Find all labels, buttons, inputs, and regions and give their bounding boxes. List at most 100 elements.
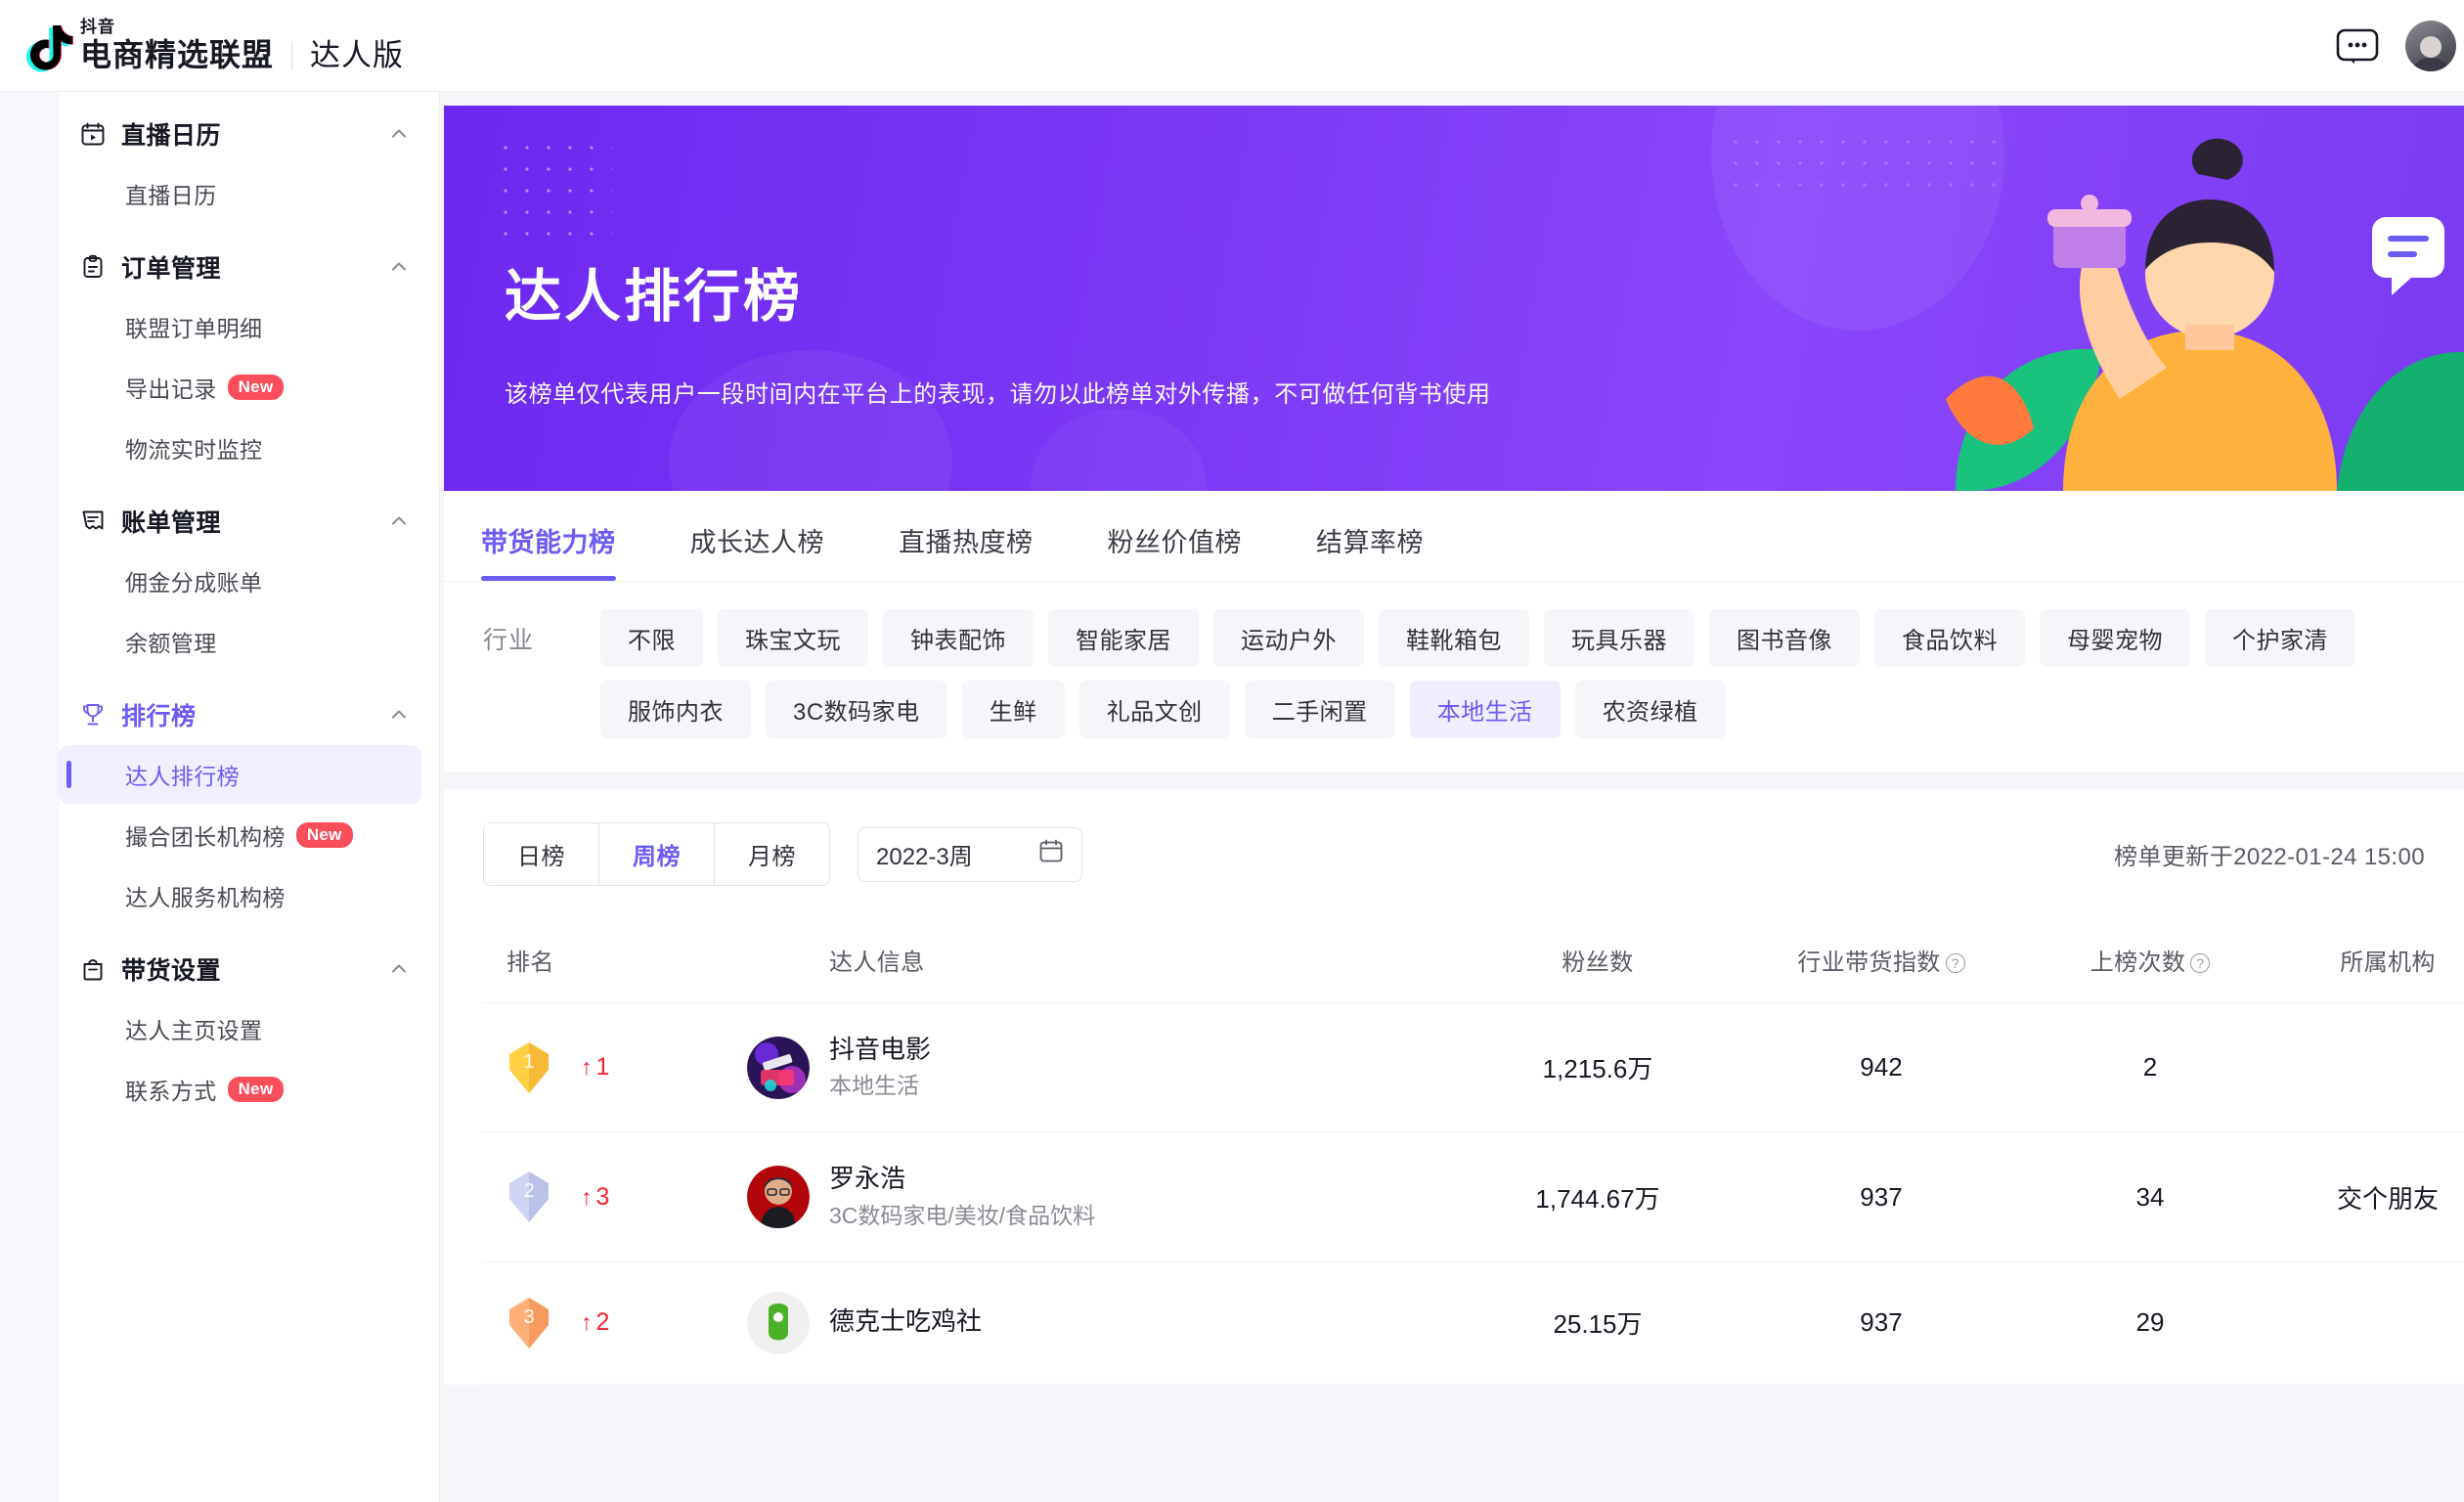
industry-chip-2[interactable]: 珠宝文玩 [718, 609, 868, 667]
sidebar-item-2-2[interactable]: 导出记录 New [59, 358, 421, 417]
table-row[interactable]: 3 ↑ 2 德克士吃鸡社 25.15万 937 29 [483, 1261, 2464, 1385]
cell-org [2272, 1261, 2464, 1385]
industry-chip-8[interactable]: 图书音像 [1709, 609, 1860, 667]
industry-chip-11[interactable]: 个护家清 [2205, 609, 2355, 667]
industry-chip-1[interactable]: 不限 [600, 609, 703, 667]
cell-times: 29 [2028, 1261, 2272, 1385]
cell-times: 34 [2028, 1131, 2272, 1262]
chevron-up-icon[interactable] [388, 123, 410, 145]
chevron-up-icon[interactable] [388, 256, 410, 278]
cell-org: 交个朋友 [2272, 1131, 2464, 1262]
trophy-icon [80, 702, 106, 728]
industry-chip-3[interactable]: 钟表配饰 [883, 609, 1034, 667]
creator-name[interactable]: 罗永浩 [829, 1162, 1095, 1196]
sidebar-item-4-1[interactable]: 达人排行榜 [59, 745, 421, 804]
rank-delta-value: 1 [595, 1053, 610, 1082]
sidebar-item-5-1[interactable]: 达人主页设置 [59, 999, 421, 1058]
sidebar-group-4[interactable]: 排行榜 [59, 686, 439, 743]
period-segmented-control: 日榜 周榜 月榜 [483, 822, 830, 886]
period-option-2[interactable]: 周榜 [599, 823, 715, 885]
sidebar-nav: 直播日历 直播日历订单管理联盟订单明细导出记录 New 物流实时监控 账单管理 佣金分成账… [59, 92, 439, 1134]
industry-chip-13[interactable]: 3C数码家电 [766, 681, 947, 738]
user-avatar[interactable] [2405, 20, 2456, 71]
sidebar-group-label: 订单管理 [121, 255, 222, 283]
cell-org [2272, 1002, 2464, 1133]
table-row[interactable]: 1 ↑ 1 抖音电影 本地生活 1,215.6万 942 2 [483, 1002, 2464, 1133]
brand-logo[interactable]: 抖音 电商精选联盟 达人版 [20, 19, 404, 73]
chevron-up-icon[interactable] [388, 704, 410, 726]
rank-medal-icon: 2 [506, 1170, 551, 1224]
industry-chip-15[interactable]: 礼品文创 [1078, 681, 1230, 738]
sidebar-item-label: 联盟订单明细 [125, 316, 263, 341]
industry-chip-7[interactable]: 玩具乐器 [1544, 609, 1694, 667]
sidebar-item-4-3[interactable]: 达人服务机构榜 [59, 866, 421, 925]
help-icon[interactable]: ? [2190, 953, 2211, 973]
sidebar: 直播日历 直播日历订单管理联盟订单明细导出记录 New 物流实时监控 账单管理 佣金分成账… [0, 92, 440, 1502]
tab-2[interactable]: 成长达人榜 [690, 521, 825, 581]
sidebar-item-label: 达人服务机构榜 [125, 885, 286, 910]
banner-subtitle: 该榜单仅代表用户一段时间内在平台上的表现，请勿以此榜单对外传播，不可做任何背书使… [505, 381, 1491, 408]
chevron-up-icon[interactable] [388, 958, 410, 980]
svg-text:3: 3 [523, 1306, 534, 1328]
sidebar-item-4-2[interactable]: 撮合团长机构榜 New [59, 806, 421, 864]
table-col-label: 达人信息 [829, 950, 925, 976]
creator-name[interactable]: 德克士吃鸡社 [829, 1304, 982, 1339]
tab-3[interactable]: 直播热度榜 [899, 521, 1034, 581]
tab-1[interactable]: 带货能力榜 [481, 521, 616, 581]
cell-index: 937 [1735, 1261, 2028, 1385]
sidebar-item-2-1[interactable]: 联盟订单明细 [59, 297, 421, 356]
table-col-fans: 粉丝数 [1461, 921, 1735, 1003]
week-picker[interactable]: 2022-3周 [858, 826, 1082, 882]
table-body: 1 ↑ 1 抖音电影 本地生活 1,215.6万 942 2 2 ↑ 3 罗永浩 3C数码家电/美妆/食… [483, 1002, 2464, 1385]
creator-avatar [747, 1036, 810, 1099]
new-badge: New [227, 1076, 285, 1103]
top-bar-actions [2335, 20, 2464, 71]
creator-name[interactable]: 抖音电影 [829, 1033, 931, 1067]
industry-chip-10[interactable]: 母婴宠物 [2040, 609, 2190, 667]
industry-chip-6[interactable]: 鞋靴箱包 [1379, 609, 1529, 667]
industry-chip-16[interactable]: 二手闲置 [1244, 681, 1395, 738]
sidebar-item-5-2[interactable]: 联系方式 New [59, 1060, 421, 1119]
rank-delta: ↑ 2 [581, 1308, 609, 1337]
help-icon[interactable]: ? [1945, 953, 1965, 973]
sidebar-group-1[interactable]: 直播日历 [59, 106, 439, 162]
industry-chip-14[interactable]: 生鲜 [961, 681, 1065, 738]
sidebar-group-5[interactable]: 带货设置 [59, 941, 439, 997]
new-badge: New [295, 821, 353, 849]
ranking-controls: 日榜 周榜 月榜 2022-3周 榜单更新于2022-01-24 15:00 [483, 822, 2425, 886]
rank-delta-value: 2 [595, 1308, 610, 1337]
tab-4[interactable]: 粉丝价值榜 [1108, 521, 1243, 581]
industry-chip-18[interactable]: 农资绿植 [1574, 681, 1726, 738]
industry-chip-17[interactable]: 本地生活 [1409, 681, 1561, 738]
creator-categories: 本地生活 [829, 1073, 919, 1099]
table-col-label: 行业带货指数 [1797, 950, 1941, 976]
tab-5[interactable]: 结算率榜 [1316, 521, 1424, 581]
period-option-1[interactable]: 日榜 [484, 823, 599, 885]
ranking-list-card: 日榜 周榜 月榜 2022-3周 榜单更新于2022-01-24 15:00 排… [444, 789, 2464, 1385]
sidebar-item-3-1[interactable]: 佣金分成账单 [59, 552, 421, 610]
period-option-3[interactable]: 月榜 [715, 823, 829, 885]
chat-bubble-icon[interactable] [2335, 26, 2380, 66]
sidebar-item-label: 撮合团长机构榜 [125, 824, 286, 850]
sidebar-item-1-1[interactable]: 直播日历 [59, 164, 421, 223]
main-content: 达人排行榜 该榜单仅代表用户一段时间内在平台上的表现，请勿以此榜单对外传播，不可… [440, 92, 2464, 1502]
table-row[interactable]: 2 ↑ 3 罗永浩 3C数码家电/美妆/食品饮料 1,744.67万 937 34 交个朋友 [483, 1131, 2464, 1262]
chevron-up-icon[interactable] [388, 510, 410, 532]
sidebar-item-label: 余额管理 [125, 631, 217, 656]
industry-chip-12[interactable]: 服饰内衣 [600, 681, 751, 738]
arrow-up-icon: ↑ [581, 1054, 593, 1081]
sidebar-item-3-2[interactable]: 余额管理 [59, 612, 421, 671]
industry-chip-9[interactable]: 食品饮料 [1874, 609, 2025, 667]
industry-chip-4[interactable]: 智能家居 [1048, 609, 1199, 667]
industry-chip-5[interactable]: 运动户外 [1213, 609, 1364, 667]
sidebar-item-2-3[interactable]: 物流实时监控 [59, 419, 421, 477]
sidebar-group-2[interactable]: 订单管理 [59, 239, 439, 295]
brand-title: 电商精选联盟 [80, 37, 275, 73]
rank-medal-icon: 1 [506, 1040, 551, 1095]
sidebar-group-3[interactable]: 账单管理 [59, 493, 439, 550]
creator-avatar [747, 1166, 810, 1229]
